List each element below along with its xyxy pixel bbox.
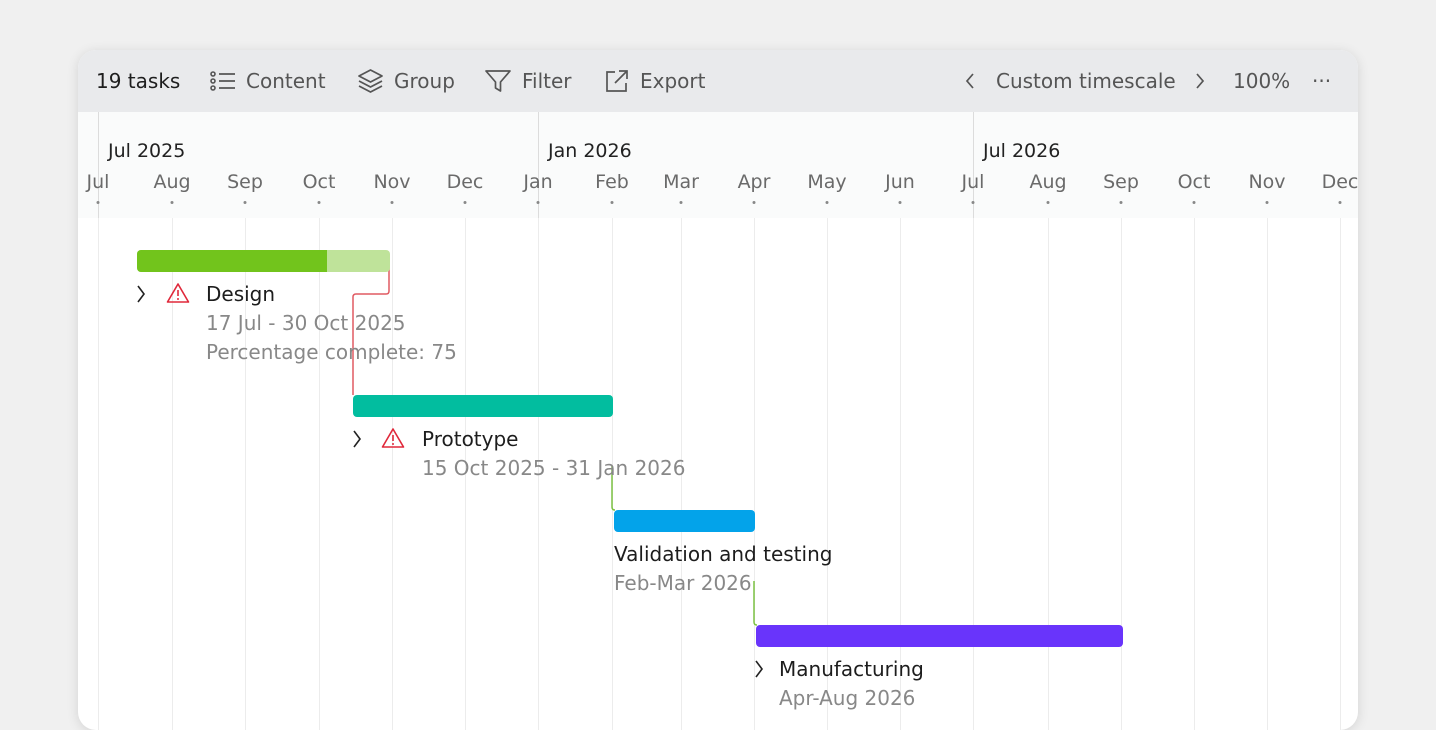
task-bar-prototype[interactable] (353, 395, 613, 417)
task-progress-fill (137, 250, 327, 272)
task-name: Manufacturing (779, 657, 924, 681)
toolbar: 19 tasks Content Group Filter Export Cus… (78, 50, 1358, 112)
month-tick (390, 201, 394, 204)
task-dates: 15 Oct 2025 - 31 Jan 2026 (422, 456, 686, 480)
month-label: Jun (885, 171, 915, 193)
month-label: Mar (663, 171, 699, 193)
month-label: Sep (1103, 171, 1139, 193)
task-bar-design[interactable] (137, 250, 390, 272)
month-label: Dec (1321, 171, 1358, 193)
list-icon (210, 71, 235, 91)
task-bar-manufacturing[interactable] (756, 625, 1123, 647)
task-dates: 17 Jul - 30 Oct 2025 (206, 311, 406, 335)
month-tick (752, 201, 756, 204)
month-tick (1192, 201, 1196, 204)
chevron-left-icon (965, 73, 974, 89)
month-tick (1046, 201, 1050, 204)
month-tick (536, 201, 540, 204)
task-name: Prototype (422, 427, 519, 451)
year-label: Jan 2026 (548, 140, 632, 162)
month-label: Sep (227, 171, 263, 193)
month-label: Oct (1177, 171, 1211, 193)
timescale-prev-button[interactable] (964, 50, 986, 112)
month-tick (898, 201, 902, 204)
chevron-right-icon[interactable] (351, 429, 363, 449)
year-label: Jul 2026 (983, 140, 1061, 162)
task-name: Validation and testing (614, 542, 833, 566)
month-tick (1338, 201, 1342, 204)
task-bar-validation[interactable] (614, 510, 755, 532)
month-tick (679, 201, 683, 204)
timeline-header: Jul 2025 Jan 2026 Jul 2026 Jul Aug Sep O… (78, 112, 1358, 218)
content-button[interactable]: Content (210, 50, 326, 112)
timescale-selector[interactable]: Custom timescale (996, 50, 1176, 112)
task-name: Design (206, 282, 276, 306)
task-dates: Apr-Aug 2026 (779, 686, 916, 710)
month-label: Aug (153, 171, 191, 193)
month-tick (971, 201, 975, 204)
month-tick (610, 201, 614, 204)
month-label: Aug (1029, 171, 1067, 193)
month-tick (317, 201, 321, 204)
chevron-right-icon[interactable] (135, 284, 147, 304)
export-icon (606, 70, 628, 92)
zoom-level[interactable]: 100% (1233, 50, 1290, 112)
month-tick (170, 201, 174, 204)
month-tick (1119, 201, 1123, 204)
month-label: Feb (595, 171, 629, 193)
month-label: Nov (373, 171, 411, 193)
month-label: May (807, 171, 847, 193)
more-options-button[interactable]: ··· (1312, 50, 1331, 112)
month-label: Oct (302, 171, 336, 193)
task-count: 19 tasks (96, 69, 181, 93)
group-button[interactable]: Group (357, 50, 455, 112)
month-label: Apr (737, 171, 771, 193)
chevron-right-icon (1196, 73, 1205, 89)
year-label: Jul 2025 (108, 140, 186, 162)
dependency-line-validation-manufacturing (753, 581, 758, 626)
warning-icon (381, 428, 405, 448)
gantt-chart-area: Design 17 Jul - 30 Oct 2025 Percentage c… (78, 218, 1358, 730)
warning-icon (166, 283, 190, 303)
month-label: Jul (961, 171, 985, 193)
filter-button[interactable]: Filter (484, 50, 572, 112)
month-tick (96, 201, 100, 204)
month-tick (243, 201, 247, 204)
gantt-window: 19 tasks Content Group Filter Export Cus… (78, 50, 1358, 730)
timescale-next-button[interactable] (1194, 50, 1216, 112)
layers-icon (358, 69, 383, 93)
task-percentage: Percentage complete: 75 (206, 340, 457, 364)
month-label: Nov (1248, 171, 1286, 193)
task-dates: Feb-Mar 2026 (614, 571, 752, 595)
month-tick (825, 201, 829, 204)
month-label: Jan (523, 171, 553, 193)
month-label: Jul (86, 171, 110, 193)
month-label: Dec (446, 171, 484, 193)
export-button[interactable]: Export (604, 50, 705, 112)
month-tick (463, 201, 467, 204)
filter-icon (485, 70, 511, 92)
month-tick (1265, 201, 1269, 204)
chevron-right-icon[interactable] (753, 659, 765, 679)
